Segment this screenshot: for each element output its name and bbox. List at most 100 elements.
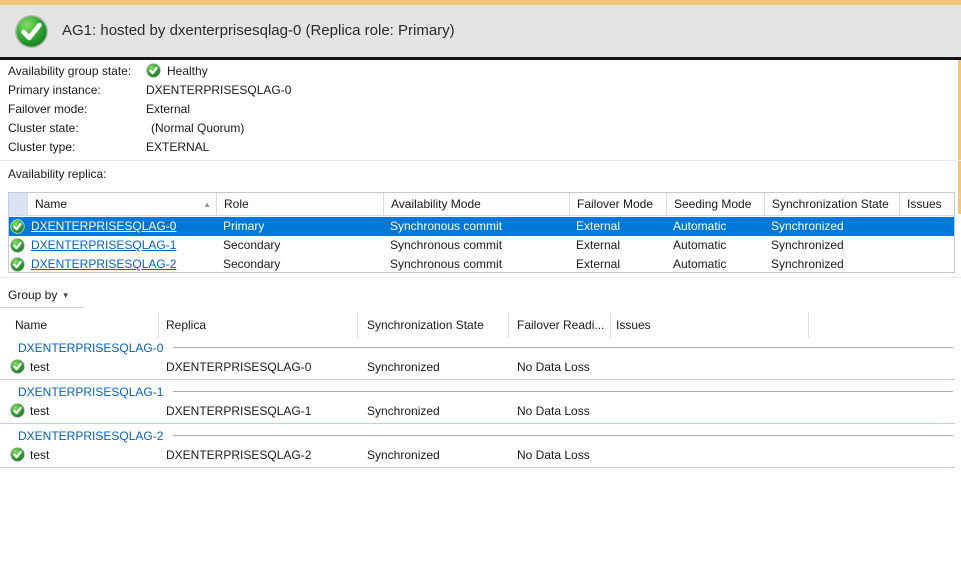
availability-mode-cell: Synchronous commit [383,255,569,274]
group-replica-name: DXENTERPRISESQLAG-0 [18,341,163,355]
toolbar-underline [0,307,84,308]
row-divider [0,467,955,468]
summary-value: External [146,102,190,116]
db-group-header-1: DXENTERPRISESQLAG-1 [18,384,953,399]
group-rule [173,435,953,436]
summary-value: DXENTERPRISESQLAG-0 [146,83,291,97]
replica-name-link[interactable]: DXENTERPRISESQLAG-2 [31,257,176,271]
db-name-cell: test [30,443,49,467]
summary-row-state: Availability group state: Healthy [8,62,291,81]
group-by-button[interactable]: Group by▾ [8,285,68,305]
replica-name-link[interactable]: DXENTERPRISESQLAG-1 [31,238,176,252]
synchronization-state-cell: Synchronized [764,255,899,274]
availability-mode-cell: Synchronous commit [383,217,569,236]
healthy-status-icon [13,13,50,50]
column-divider [610,312,611,338]
dropdown-caret-icon: ▾ [63,290,68,300]
replica-row-2[interactable]: DXENTERPRISESQLAG-2 Secondary Synchronou… [9,255,954,274]
column-divider [158,312,159,338]
column-header-availability-mode[interactable]: Availability Mode [383,193,569,216]
column-header-seeding-mode[interactable]: Seeding Mode [666,193,764,216]
seeding-mode-cell: Automatic [666,255,764,274]
summary-label: Cluster state: [8,119,146,138]
role-cell: Secondary [216,255,383,274]
healthy-check-icon [10,219,25,234]
column-divider [508,312,509,338]
column-header-icon[interactable] [9,193,27,216]
column-header-name[interactable]: Name▲ [27,193,216,216]
column-divider [357,312,358,338]
healthy-check-icon [10,447,25,462]
issues-cell [899,217,954,236]
summary-label: Primary instance: [8,81,146,100]
row-status-cell [9,217,27,236]
db-synchronization-state-cell: Synchronized [367,355,440,379]
column-header-issues[interactable]: Issues [899,193,954,216]
section-divider [0,277,961,278]
summary-row-primary-instance: Primary instance:DXENTERPRISESQLAG-0 [8,81,291,100]
healthy-check-icon [10,257,25,272]
summary-row-failover-mode: Failover mode:External [8,100,291,119]
group-replica-name: DXENTERPRISESQLAG-1 [18,385,163,399]
db-row[interactable]: test DXENTERPRISESQLAG-0 Synchronized No… [0,355,955,379]
group-replica-name: DXENTERPRISESQLAG-2 [18,429,163,443]
db-name-cell: test [30,399,49,423]
db-name-cell: test [30,355,49,379]
db-replica-cell: DXENTERPRISESQLAG-2 [166,443,311,467]
summary-label: Availability group state: [8,62,146,81]
column-header-role[interactable]: Role [216,193,383,216]
group-rule [173,347,953,348]
name-cell: DXENTERPRISESQLAG-1 [27,236,216,255]
summary-row-cluster-state: Cluster state:(Normal Quorum) [8,119,291,138]
db-group-header-0: DXENTERPRISESQLAG-0 [18,340,953,355]
role-cell: Primary [216,217,383,236]
summary-label: Cluster type: [8,138,146,157]
db-row[interactable]: test DXENTERPRISESQLAG-2 Synchronized No… [0,443,955,467]
db-failover-readiness-cell: No Data Loss [517,443,590,467]
section-divider [0,160,961,161]
name-cell: DXENTERPRISESQLAG-2 [27,255,216,274]
issues-cell [899,255,954,274]
db-column-header-name[interactable]: Name [15,312,47,338]
page-title: AG1: hosted by dxenterprisesqlag-0 (Repl… [62,5,455,57]
summary-row-cluster-type: Cluster type:EXTERNAL [8,138,291,157]
db-column-header-replica[interactable]: Replica [166,312,206,338]
healthy-check-icon [10,403,25,418]
row-status-cell [9,236,27,255]
availability-mode-cell: Synchronous commit [383,236,569,255]
db-synchronization-state-cell: Synchronized [367,399,440,423]
db-column-header-failover-readiness[interactable]: Failover Readi... [517,312,604,338]
row-status-cell [9,255,27,274]
db-group-header-2: DXENTERPRISESQLAG-2 [18,428,953,443]
availability-replica-label: Availability replica: [8,167,107,181]
summary-panel: Availability group state: Healthy Primary… [8,62,291,157]
summary-value: EXTERNAL [146,140,209,154]
db-failover-readiness-cell: No Data Loss [517,399,590,423]
replica-row-0[interactable]: DXENTERPRISESQLAG-0 Primary Synchronous … [9,217,954,236]
healthy-check-icon [146,63,161,78]
issues-cell [899,236,954,255]
seeding-mode-cell: Automatic [666,217,764,236]
row-divider [0,423,955,424]
summary-value: Healthy [167,64,208,78]
db-column-header-synchronization-state[interactable]: Synchronization State [367,312,484,338]
summary-value: (Normal Quorum) [146,121,244,135]
group-rule [173,391,953,392]
synchronization-state-cell: Synchronized [764,236,899,255]
role-cell: Secondary [216,236,383,255]
seeding-mode-cell: Automatic [666,236,764,255]
db-row[interactable]: test DXENTERPRISESQLAG-1 Synchronized No… [0,399,955,423]
synchronization-state-cell: Synchronized [764,217,899,236]
name-cell: DXENTERPRISESQLAG-0 [27,217,216,236]
failover-mode-cell: External [569,236,666,255]
summary-label: Failover mode: [8,100,146,119]
column-header-failover-mode[interactable]: Failover Mode [569,193,666,216]
db-replica-cell: DXENTERPRISESQLAG-0 [166,355,311,379]
healthy-check-icon [10,238,25,253]
replica-row-1[interactable]: DXENTERPRISESQLAG-1 Secondary Synchronou… [9,236,954,255]
db-column-header-issues[interactable]: Issues [616,312,651,338]
replica-name-link[interactable]: DXENTERPRISESQLAG-0 [31,219,176,233]
column-header-synchronization-state[interactable]: Synchronization State [764,193,899,216]
db-synchronization-state-cell: Synchronized [367,443,440,467]
healthy-check-icon [10,359,25,374]
